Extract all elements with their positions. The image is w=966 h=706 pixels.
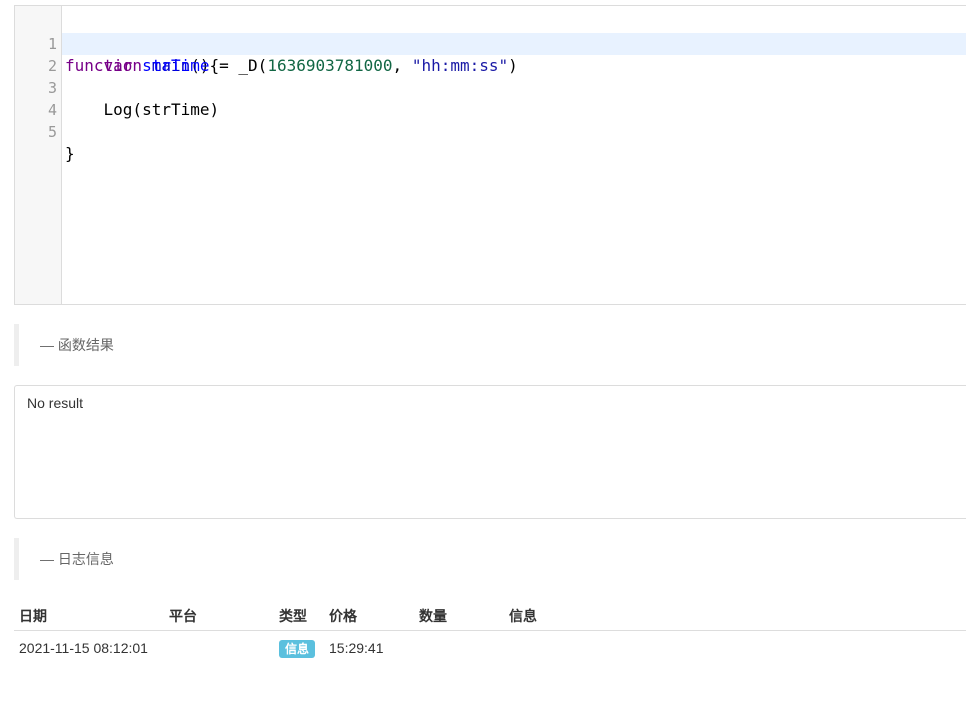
column-header-type: 类型 (279, 608, 307, 624)
code-editor[interactable]: 1 function main(){ 2 var strTime = _D(16… (14, 5, 966, 305)
column-header-info: 信息 (509, 608, 537, 624)
active-line-highlight[interactable]: var strTime = _D(1636903781000, "hh:mm:s… (62, 33, 966, 75)
code-line[interactable]: 5 } (15, 99, 966, 163)
code-line[interactable]: 3 Log(strTime) (15, 55, 966, 119)
code-line[interactable]: 1 function main(){ (15, 11, 966, 75)
line-number: 5 (47, 123, 57, 141)
log-info-header[interactable]: — 日志信息 (14, 538, 966, 580)
table-row: 2021-11-15 08:12:01 信息 15:29:41 (14, 631, 966, 663)
log-table: 日期 平台 类型 价格 数量 信息 2021-11-15 08:12:01 信息… (14, 600, 966, 663)
type-badge: 信息 (279, 640, 316, 658)
cell-date: 2021-11-15 08:12:01 (19, 640, 148, 656)
column-header-price: 价格 (329, 608, 357, 624)
cell-price: 15:29:41 (329, 640, 384, 656)
code-text[interactable]: } (65, 143, 75, 165)
table-header: 日期 平台 类型 价格 数量 信息 (14, 600, 966, 631)
result-text: No result (27, 395, 84, 411)
section-bar (14, 324, 19, 366)
column-header-amount: 数量 (419, 608, 447, 624)
section-bar (14, 538, 19, 580)
column-header-date: 日期 (19, 608, 47, 624)
section-title[interactable]: — 函数结果 (40, 324, 114, 366)
function-result-box: No result (14, 385, 966, 519)
section-title[interactable]: — 日志信息 (40, 538, 114, 580)
code-line[interactable]: 4 (15, 77, 966, 119)
column-header-platform: 平台 (169, 608, 197, 624)
function-result-header[interactable]: — 函数结果 (14, 324, 966, 366)
